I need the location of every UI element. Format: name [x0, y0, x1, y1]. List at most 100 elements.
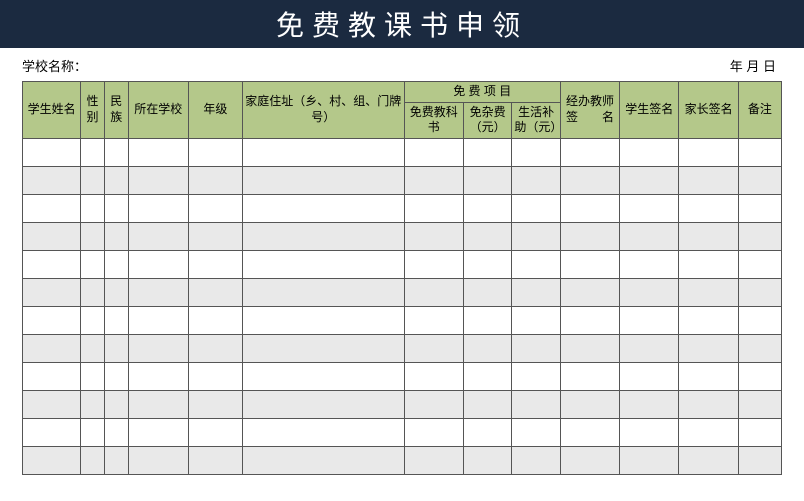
table-cell[interactable]: [128, 306, 188, 334]
table-cell[interactable]: [404, 446, 463, 474]
table-cell[interactable]: [188, 362, 242, 390]
table-cell[interactable]: [242, 194, 404, 222]
table-cell[interactable]: [463, 194, 512, 222]
table-cell[interactable]: [188, 222, 242, 250]
table-cell[interactable]: [512, 418, 561, 446]
table-cell[interactable]: [679, 306, 738, 334]
table-cell[interactable]: [188, 194, 242, 222]
table-cell[interactable]: [738, 138, 781, 166]
table-cell[interactable]: [679, 334, 738, 362]
table-cell[interactable]: [620, 138, 679, 166]
table-cell[interactable]: [404, 418, 463, 446]
table-cell[interactable]: [188, 166, 242, 194]
table-cell[interactable]: [188, 306, 242, 334]
table-cell[interactable]: [188, 390, 242, 418]
table-cell[interactable]: [620, 250, 679, 278]
table-cell[interactable]: [512, 138, 561, 166]
table-cell[interactable]: [404, 166, 463, 194]
table-cell[interactable]: [404, 250, 463, 278]
table-cell[interactable]: [679, 194, 738, 222]
table-cell[interactable]: [463, 334, 512, 362]
table-cell[interactable]: [23, 334, 81, 362]
table-cell[interactable]: [512, 362, 561, 390]
table-cell[interactable]: [560, 418, 619, 446]
table-cell[interactable]: [738, 166, 781, 194]
table-cell[interactable]: [81, 362, 105, 390]
table-cell[interactable]: [128, 334, 188, 362]
table-cell[interactable]: [104, 362, 128, 390]
table-cell[interactable]: [128, 166, 188, 194]
table-cell[interactable]: [679, 446, 738, 474]
table-cell[interactable]: [512, 306, 561, 334]
table-cell[interactable]: [679, 166, 738, 194]
table-cell[interactable]: [81, 138, 105, 166]
table-cell[interactable]: [23, 250, 81, 278]
table-cell[interactable]: [404, 362, 463, 390]
table-cell[interactable]: [738, 194, 781, 222]
table-cell[interactable]: [512, 194, 561, 222]
table-cell[interactable]: [560, 194, 619, 222]
table-cell[interactable]: [679, 138, 738, 166]
table-cell[interactable]: [738, 390, 781, 418]
table-cell[interactable]: [679, 278, 738, 306]
table-cell[interactable]: [23, 446, 81, 474]
table-cell[interactable]: [128, 362, 188, 390]
table-cell[interactable]: [738, 334, 781, 362]
table-cell[interactable]: [104, 250, 128, 278]
table-cell[interactable]: [81, 194, 105, 222]
table-cell[interactable]: [560, 362, 619, 390]
table-cell[interactable]: [463, 362, 512, 390]
table-cell[interactable]: [23, 390, 81, 418]
table-cell[interactable]: [679, 222, 738, 250]
table-cell[interactable]: [620, 166, 679, 194]
table-cell[interactable]: [23, 362, 81, 390]
table-cell[interactable]: [81, 306, 105, 334]
table-cell[interactable]: [81, 278, 105, 306]
table-cell[interactable]: [188, 334, 242, 362]
table-cell[interactable]: [620, 446, 679, 474]
table-cell[interactable]: [242, 362, 404, 390]
table-cell[interactable]: [620, 418, 679, 446]
table-cell[interactable]: [738, 222, 781, 250]
table-cell[interactable]: [128, 390, 188, 418]
table-cell[interactable]: [242, 390, 404, 418]
table-cell[interactable]: [242, 250, 404, 278]
table-cell[interactable]: [679, 362, 738, 390]
table-cell[interactable]: [404, 222, 463, 250]
table-cell[interactable]: [188, 446, 242, 474]
table-cell[interactable]: [104, 278, 128, 306]
table-cell[interactable]: [23, 138, 81, 166]
table-cell[interactable]: [560, 138, 619, 166]
table-cell[interactable]: [242, 334, 404, 362]
table-cell[interactable]: [560, 222, 619, 250]
table-cell[interactable]: [242, 418, 404, 446]
table-cell[interactable]: [512, 166, 561, 194]
table-cell[interactable]: [620, 222, 679, 250]
table-cell[interactable]: [738, 418, 781, 446]
table-cell[interactable]: [512, 278, 561, 306]
table-cell[interactable]: [738, 362, 781, 390]
table-cell[interactable]: [128, 278, 188, 306]
table-cell[interactable]: [404, 306, 463, 334]
table-cell[interactable]: [104, 166, 128, 194]
table-cell[interactable]: [679, 250, 738, 278]
table-cell[interactable]: [104, 334, 128, 362]
table-cell[interactable]: [404, 194, 463, 222]
table-cell[interactable]: [128, 446, 188, 474]
table-cell[interactable]: [128, 418, 188, 446]
table-cell[interactable]: [679, 418, 738, 446]
table-cell[interactable]: [463, 418, 512, 446]
table-cell[interactable]: [620, 390, 679, 418]
table-cell[interactable]: [463, 306, 512, 334]
table-cell[interactable]: [738, 250, 781, 278]
table-cell[interactable]: [560, 166, 619, 194]
table-cell[interactable]: [463, 222, 512, 250]
table-cell[interactable]: [620, 362, 679, 390]
table-cell[interactable]: [512, 390, 561, 418]
table-cell[interactable]: [81, 166, 105, 194]
table-cell[interactable]: [620, 194, 679, 222]
table-cell[interactable]: [738, 278, 781, 306]
table-cell[interactable]: [620, 278, 679, 306]
table-cell[interactable]: [242, 222, 404, 250]
table-cell[interactable]: [463, 278, 512, 306]
